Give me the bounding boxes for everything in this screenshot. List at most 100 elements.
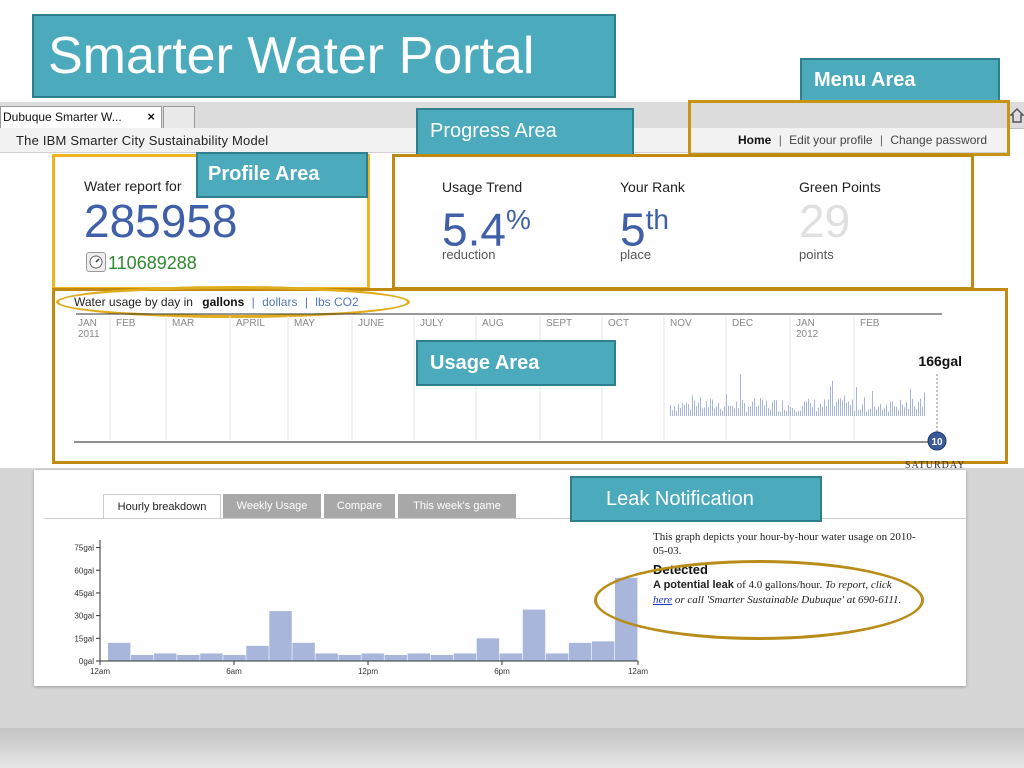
daily-usage-bar [792,407,793,416]
daily-usage-bar [694,400,695,416]
daily-usage-bar [676,410,677,416]
daily-usage-bar [858,409,859,416]
daily-usage-bar [670,405,671,416]
menu-area-outline [688,100,1010,156]
profile-label: Water report for [84,178,182,194]
hourly-bar [476,638,500,661]
hourly-bar [223,654,246,661]
x-tick-label: 12am [90,667,110,676]
tab-this-weeks-game[interactable]: This week's game [398,494,516,519]
daily-usage-bar [886,404,887,416]
tab-hourly-breakdown[interactable]: Hourly breakdown [103,494,221,519]
daily-usage-bar [766,400,767,416]
daily-usage-bar [816,411,817,416]
daily-usage-bar [820,403,821,416]
daily-usage-bar [738,408,739,416]
daily-usage-bar [914,406,915,416]
month-label: JAN [796,318,815,329]
hourly-bar [200,653,223,661]
daily-usage-bar [800,410,801,416]
progress-area-label: Progress Area [430,120,557,142]
close-icon[interactable]: × [147,107,155,127]
daily-usage-bar [678,403,679,416]
rank-suffix: th [645,204,669,235]
daily-usage-bar [782,400,783,416]
daily-usage-bar [804,401,805,416]
month-label: APRIL [236,318,265,329]
daily-usage-bar [920,398,921,416]
day-label: SATURDAY [905,460,966,471]
daily-usage-bar [674,405,675,416]
daily-usage-bar [736,401,737,416]
daily-usage-bar [682,402,683,416]
daily-usage-bar [870,408,871,416]
daily-usage-bar [692,395,693,416]
daily-usage-bar [806,401,807,416]
leak-notification-callout: Leak Notification [570,476,822,522]
daily-usage-bar [724,406,725,416]
daily-usage-bar [900,400,901,416]
daily-usage-bar [778,411,779,416]
daily-usage-bar [822,406,823,416]
home-icon[interactable] [1009,106,1024,124]
daily-usage-bar [850,404,851,416]
daily-usage-bar [764,405,765,416]
daily-usage-bar [826,406,827,416]
tab-weekly-usage[interactable]: Weekly Usage [223,494,321,519]
browser-tab[interactable]: Dubuque Smarter W... × [0,106,162,128]
usage-trend-unit: % [505,204,531,235]
y-tick-label: 15gal [74,634,94,643]
daily-usage-bar [780,411,781,416]
daily-usage-bar [866,411,867,416]
tab-underline [44,518,966,519]
month-label: JULY [420,318,444,329]
hourly-bar [384,654,407,661]
hourly-bar [108,642,131,661]
month-label: JAN [78,318,97,329]
usage-trend-caption: reduction [442,247,496,262]
daily-usage-bar [732,405,733,416]
tab-compare[interactable]: Compare [324,494,395,519]
daily-usage-bar [906,401,907,416]
daily-usage-bar [840,398,841,416]
month-label: MAR [172,318,194,329]
daily-usage-bar [722,410,723,416]
model-title: The IBM Smarter City Sustainability Mode… [16,133,269,148]
daily-usage-bar [852,399,853,416]
month-label: DEC [732,318,753,329]
daily-usage-bar [716,406,717,416]
daily-usage-bar [706,401,707,416]
daily-usage-bar [768,408,769,416]
daily-usage-bar [672,410,673,416]
new-tab-button[interactable] [163,106,195,128]
usage-area-label: Usage Area [430,352,540,374]
meter-number: 110689288 [108,253,197,273]
hourly-bar [568,642,592,661]
daily-usage-bar [924,392,925,416]
daily-usage-bar [802,406,803,416]
y-tick-label: 60gal [74,566,94,575]
daily-usage-bar [842,400,843,416]
daily-usage-bar [720,408,721,416]
profile-area-callout: Profile Area [196,152,368,198]
daily-usage-bar [836,402,837,416]
browser-tab-title: Dubuque Smarter W... [3,110,122,124]
daily-usage-bar [892,401,893,416]
hourly-bar [131,654,154,661]
daily-usage-bar [868,409,869,416]
daily-usage-bar [686,402,687,416]
daily-usage-bar [808,398,809,416]
daily-usage-bar [762,399,763,416]
daily-usage-bar [884,408,885,416]
y-tick-label: 30gal [74,612,94,621]
daily-usage-bar [856,387,857,416]
daily-usage-bar [902,404,903,416]
hourly-bar [154,653,177,661]
hourly-bar [361,653,384,661]
month-label: JUNE [358,318,384,329]
slide-title: Smarter Water Portal [48,27,535,85]
month-label: AUG [482,318,504,329]
daily-usage-bar [814,399,815,416]
daily-usage-bar [794,410,795,416]
daily-usage-bar [796,411,797,416]
